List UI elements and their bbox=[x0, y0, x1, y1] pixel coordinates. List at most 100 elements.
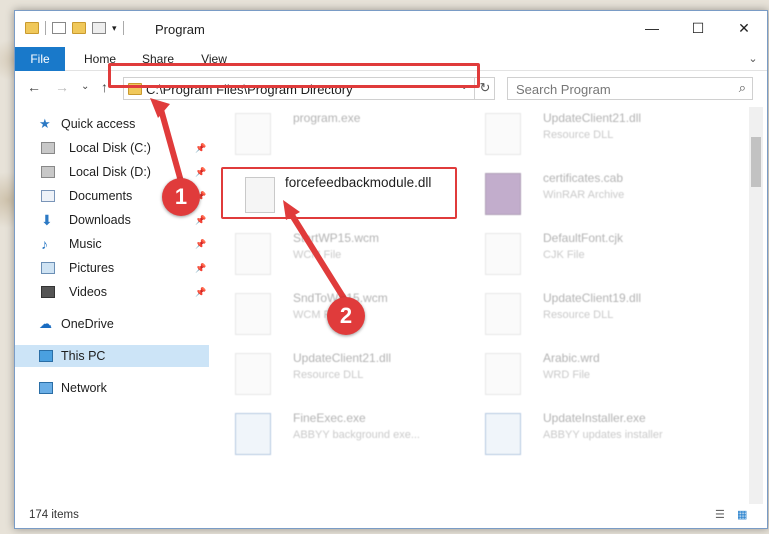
sidebar-item-local-disk-c[interactable]: Local Disk (C:) 📌 bbox=[15, 137, 209, 159]
videos-icon bbox=[41, 286, 55, 298]
network-icon bbox=[39, 382, 53, 394]
sidebar-item-label: Local Disk (C:) bbox=[69, 141, 151, 155]
callout-badge-1: 1 bbox=[162, 178, 200, 216]
close-button[interactable]: ✕ bbox=[721, 11, 767, 45]
file-icon bbox=[485, 113, 521, 155]
pin-icon: 📌 bbox=[195, 143, 207, 153]
file-type: WRD File bbox=[543, 369, 591, 381]
star-icon: ★ bbox=[39, 116, 51, 131]
pin-icon: 📌 bbox=[195, 263, 207, 273]
pc-icon bbox=[39, 350, 53, 362]
search-icon: ⌕ bbox=[738, 80, 746, 95]
list-item[interactable]: Arabic.wrd WRD File bbox=[463, 347, 703, 403]
file-name: DefaultFont.cjk bbox=[543, 231, 624, 245]
sidebar-item-label: Pictures bbox=[69, 261, 115, 275]
vertical-scrollbar[interactable] bbox=[749, 107, 763, 504]
file-icon bbox=[235, 233, 271, 275]
file-type: WinRAR Archive bbox=[543, 189, 625, 201]
file-type: WCM File bbox=[293, 249, 342, 261]
properties-icon[interactable] bbox=[52, 22, 66, 34]
up-button[interactable]: ↑ bbox=[101, 79, 108, 95]
file-name: UpdateClient19.dll bbox=[543, 291, 642, 305]
list-item[interactable]: StartWP15.wcm WCM File bbox=[213, 227, 453, 283]
forward-button[interactable]: → bbox=[55, 79, 69, 95]
pin-icon: 📌 bbox=[195, 287, 207, 297]
app-icon bbox=[235, 413, 271, 455]
new-folder-icon[interactable] bbox=[72, 22, 86, 34]
item-count: 174 items bbox=[29, 509, 79, 521]
cloud-icon: ☁ bbox=[39, 316, 52, 331]
file-name: FineExec.exe bbox=[293, 411, 366, 425]
title-bar: ▾ Program — ☐ ✕ bbox=[15, 11, 767, 45]
file-name: UpdateClient21.dll bbox=[543, 111, 642, 125]
sidebar-item-this-pc[interactable]: This PC bbox=[15, 345, 209, 367]
sidebar-item-label: Network bbox=[61, 381, 107, 395]
sidebar-item-label: Music bbox=[69, 237, 102, 251]
callout-badge-2: 2 bbox=[327, 297, 365, 335]
sidebar-item-label: Documents bbox=[69, 189, 133, 203]
status-bar: 174 items ☰ ▦ bbox=[15, 504, 767, 528]
tiles-view-icon[interactable]: ▦ bbox=[737, 508, 747, 521]
list-item[interactable]: UpdateClient21.dll Resource DLL bbox=[463, 107, 703, 163]
pictures-icon bbox=[41, 262, 55, 274]
chevron-down-icon[interactable]: ▾ bbox=[112, 23, 117, 34]
list-item[interactable]: UpdateClient21.dll Resource DLL bbox=[213, 347, 453, 403]
sidebar-item-videos[interactable]: Videos 📌 bbox=[15, 281, 209, 303]
archive-icon bbox=[485, 173, 521, 215]
sidebar-item-onedrive[interactable]: ☁ OneDrive bbox=[15, 313, 209, 335]
list-item[interactable]: certificates.cab WinRAR Archive bbox=[463, 167, 703, 223]
download-icon: ⬇ bbox=[41, 212, 53, 228]
file-type: CJK File bbox=[543, 249, 585, 261]
file-name: certificates.cab bbox=[543, 171, 624, 185]
file-type: Resource DLL bbox=[293, 369, 364, 381]
sidebar-item-label: Local Disk (D:) bbox=[69, 165, 151, 179]
list-item[interactable]: program.exe bbox=[213, 107, 453, 163]
sidebar-item-network[interactable]: Network bbox=[15, 377, 209, 399]
search-placeholder: Search Program bbox=[516, 82, 611, 97]
list-item[interactable]: DefaultFont.cjk CJK File bbox=[463, 227, 703, 283]
list-item[interactable]: UpdateClient19.dll Resource DLL bbox=[463, 287, 703, 343]
expand-ribbon-icon[interactable]: ⌄ bbox=[743, 47, 763, 71]
divider bbox=[122, 21, 124, 35]
tab-file[interactable]: File bbox=[15, 47, 65, 71]
sidebar-item-label: Quick access bbox=[61, 117, 136, 131]
scrollbar-thumb[interactable] bbox=[751, 137, 761, 187]
file-type: Resource DLL bbox=[543, 309, 614, 321]
file-type: ABBYY updates installer bbox=[543, 429, 663, 441]
address-highlight bbox=[108, 63, 480, 88]
file-icon bbox=[485, 353, 521, 395]
sidebar-item-label: This PC bbox=[61, 349, 106, 363]
file-name: Arabic.wrd bbox=[543, 351, 600, 365]
list-item[interactable]: FineExec.exe ABBYY background exe... bbox=[213, 407, 453, 463]
file-name: StartWP15.wcm bbox=[293, 231, 380, 245]
quick-access-toolbar: ▾ bbox=[25, 21, 124, 35]
divider bbox=[45, 21, 46, 35]
file-highlight bbox=[221, 167, 457, 219]
window-title: Program bbox=[155, 22, 205, 37]
minimize-button[interactable]: — bbox=[629, 11, 675, 45]
drive-icon bbox=[41, 166, 55, 178]
list-item[interactable]: UpdateInstaller.exe ABBYY updates instal… bbox=[463, 407, 703, 463]
file-name: UpdateInstaller.exe bbox=[543, 411, 646, 425]
app-icon bbox=[485, 413, 521, 455]
pin-icon: 📌 bbox=[195, 239, 207, 249]
documents-icon bbox=[41, 190, 55, 202]
customize-icon[interactable] bbox=[92, 22, 106, 34]
pin-icon: 📌 bbox=[195, 215, 207, 225]
file-name: program.exe bbox=[293, 111, 361, 125]
file-icon bbox=[235, 293, 271, 335]
sidebar-item-label: Downloads bbox=[69, 213, 131, 227]
sidebar-item-pictures[interactable]: Pictures 📌 bbox=[15, 257, 209, 279]
sidebar-item-label: Videos bbox=[69, 285, 107, 299]
details-view-icon[interactable]: ☰ bbox=[715, 508, 725, 521]
maximize-button[interactable]: ☐ bbox=[675, 11, 721, 45]
sidebar-item-music[interactable]: ♪ Music 📌 bbox=[15, 233, 209, 255]
sidebar-item-label: OneDrive bbox=[61, 317, 114, 331]
recent-locations-button[interactable]: ⌄ bbox=[81, 81, 89, 92]
file-type: ABBYY background exe... bbox=[293, 429, 420, 441]
search-input[interactable]: Search Program ⌕ bbox=[507, 77, 753, 100]
sidebar-item-quick-access[interactable]: ★ Quick access bbox=[15, 113, 209, 135]
file-name: UpdateClient21.dll bbox=[293, 351, 392, 365]
file-icon bbox=[235, 353, 271, 395]
back-button[interactable]: ← bbox=[27, 79, 41, 95]
